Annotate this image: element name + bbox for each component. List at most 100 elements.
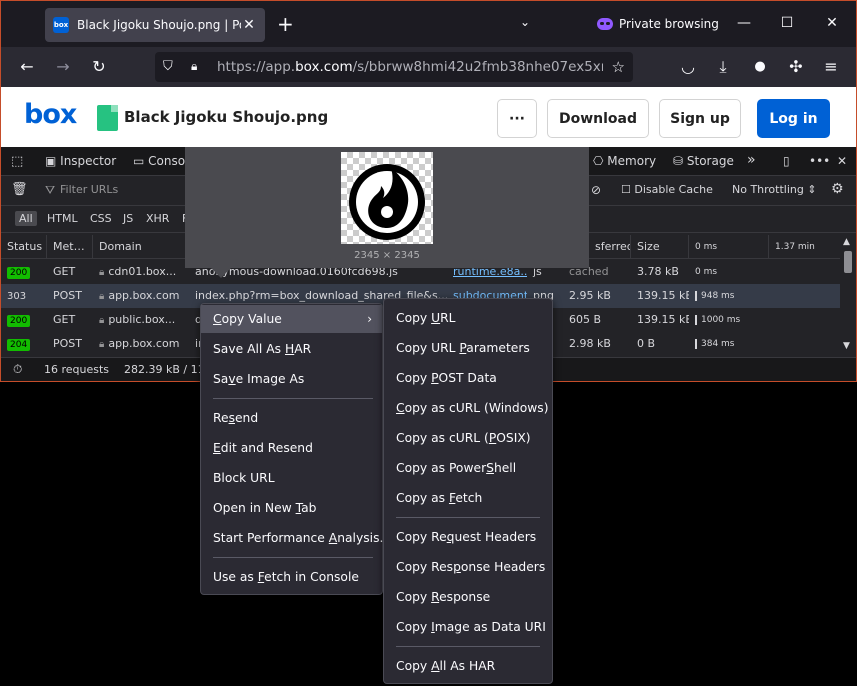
menu-item-save-all-as-har[interactable]: Save All As HAR: [201, 335, 382, 363]
url-text[interactable]: https://app.box.com/s/bbrww8hmi42u2fmb38…: [217, 59, 603, 75]
performance-timer-icon[interactable]: ⏱: [13, 362, 22, 377]
menu-item-edit-and-resend[interactable]: Edit and Resend: [201, 434, 382, 462]
status-badge: 204: [7, 339, 31, 351]
menu-item-copy-response-headers[interactable]: Copy Response Headers: [384, 553, 552, 581]
scroll-up-icon[interactable]: ▲: [843, 237, 850, 247]
close-devtools-icon[interactable]: ✕: [837, 154, 847, 168]
row-size: 139.15 kB: [637, 289, 689, 302]
url-bar[interactable]: ⛉ 🔒︎ https://app.box.com/s/bbrww8hmi42u2…: [155, 52, 633, 82]
forward-arrow-icon[interactable]: →: [52, 56, 74, 78]
responsive-design-icon[interactable]: ▯: [783, 154, 790, 168]
waterfall-bar: [695, 314, 697, 325]
bookmark-star-icon[interactable]: ☆: [612, 58, 625, 76]
row-time: 384 ms: [701, 339, 735, 349]
more-options-button[interactable]: ···: [497, 99, 537, 138]
hamburger-menu-icon[interactable]: ≡: [820, 56, 842, 78]
private-browsing-label: Private browsing: [619, 17, 719, 31]
scroll-thumb[interactable]: [844, 251, 852, 273]
disable-cache-checkbox[interactable]: ☐ Disable Cache: [621, 183, 713, 196]
maximize-icon[interactable]: ☐: [777, 13, 797, 33]
column-domain[interactable]: Domain: [93, 235, 189, 259]
extension-monster-icon[interactable]: ●: [749, 56, 771, 78]
menu-item-copy-as-curl-windows[interactable]: Copy as cURL (Windows): [384, 394, 552, 422]
submenu-chevron-right-icon: ›: [367, 312, 372, 326]
settings-gear-icon[interactable]: ⚙: [831, 181, 844, 197]
browser-tab[interactable]: box Black Jigoku Shoujo.png | Powe ✕: [45, 8, 265, 42]
menu-item-copy-as-curl-posix[interactable]: Copy as cURL (POSIX): [384, 424, 552, 452]
sign-up-button[interactable]: Sign up: [659, 99, 741, 138]
menu-item-copy-post-data[interactable]: Copy POST Data: [384, 364, 552, 392]
menu-item-use-as-fetch-in-console[interactable]: Use as Fetch in Console: [201, 563, 382, 591]
type-filter-css[interactable]: CSS: [86, 211, 116, 226]
table-scrollbar[interactable]: ▲ ▼: [840, 235, 856, 355]
padlock-icon[interactable]: 🔒︎: [191, 59, 197, 74]
column-status[interactable]: Status: [1, 235, 47, 259]
menu-item-copy-as-fetch[interactable]: Copy as Fetch: [384, 484, 552, 512]
menu-item-copy-url-parameters[interactable]: Copy URL Parameters: [384, 334, 552, 362]
extensions-puzzle-icon[interactable]: ✣: [785, 56, 807, 78]
waterfall-bar: [695, 338, 697, 349]
menu-item-block-url[interactable]: Block URL: [201, 464, 382, 492]
row-time: 0 ms: [695, 267, 718, 277]
new-tab-plus-icon[interactable]: +: [277, 13, 294, 35]
menu-separator: [396, 517, 540, 518]
menu-item-copy-request-headers[interactable]: Copy Request Headers: [384, 523, 552, 551]
devtools-menu-icon[interactable]: •••: [809, 154, 830, 168]
list-all-tabs-chevron-icon[interactable]: ⌄: [520, 15, 530, 29]
menu-item-copy-all-as-har[interactable]: Copy All As HAR: [384, 652, 552, 680]
menu-item-save-image-as[interactable]: Save Image As: [201, 365, 382, 393]
tab-inspector[interactable]: ▣ Inspector: [45, 154, 116, 168]
close-window-icon[interactable]: ✕: [822, 13, 842, 33]
status-badge: 303: [7, 291, 27, 302]
scroll-down-icon[interactable]: ▼: [843, 341, 850, 351]
block-requests-icon[interactable]: ⊘: [591, 183, 601, 197]
downloads-icon[interactable]: ⤓: [712, 56, 734, 78]
menu-item-resend[interactable]: Resend: [201, 404, 382, 432]
pocket-icon[interactable]: ◡: [677, 56, 699, 78]
row-time: 948 ms: [701, 291, 735, 301]
tab-storage[interactable]: ⛁ Storage: [673, 154, 734, 168]
column-waterfall-start: 0 ms: [689, 235, 769, 259]
filter-urls-input[interactable]: Filter URLs: [60, 183, 118, 196]
tooltip-arrow: [211, 268, 231, 278]
tab-memory[interactable]: ⎔ Memory: [593, 154, 656, 168]
row-transferred: 2.98 kB: [569, 337, 611, 350]
image-file-icon: [97, 105, 118, 131]
menu-separator: [213, 557, 373, 558]
tab-console[interactable]: ▭ Conso: [133, 154, 185, 168]
box-logo[interactable]: box: [24, 99, 77, 130]
back-arrow-icon[interactable]: ←: [16, 56, 38, 78]
minimize-icon[interactable]: —: [734, 13, 754, 33]
trash-clear-icon[interactable]: 🗑︎: [11, 182, 28, 197]
menu-item-copy-url[interactable]: Copy URL: [384, 304, 552, 332]
tracking-protection-shield-icon[interactable]: ⛉: [163, 59, 173, 74]
column-size[interactable]: Size: [631, 235, 689, 259]
type-filter-html[interactable]: HTML: [43, 211, 82, 226]
status-badge: 200: [7, 315, 31, 327]
row-domain: app.box.com: [108, 289, 180, 302]
column-method[interactable]: Met…: [47, 235, 93, 259]
lock-icon: 🔒︎: [99, 291, 105, 302]
tab-close-icon[interactable]: ✕: [241, 17, 257, 33]
request-count: 16 requests: [44, 363, 110, 376]
menu-item-copy-value[interactable]: Copy Value ›: [201, 305, 382, 333]
menu-item-open-in-new-tab[interactable]: Open in New Tab: [201, 494, 382, 522]
private-mask-icon: [597, 18, 613, 30]
type-filter-all[interactable]: All: [15, 211, 37, 226]
column-transferred[interactable]: sferred: [589, 235, 631, 259]
more-tools-chevron-icon[interactable]: »: [747, 152, 756, 168]
menu-separator: [396, 646, 540, 647]
type-filter-xhr[interactable]: XHR: [142, 211, 173, 226]
element-picker-icon[interactable]: ⬚: [11, 154, 23, 169]
menu-item-copy-response[interactable]: Copy Response: [384, 583, 552, 611]
menu-item-start-performance-analysis[interactable]: Start Performance Analysis...: [201, 524, 391, 552]
row-domain: public.box...: [108, 313, 176, 326]
reload-icon[interactable]: ↻: [88, 56, 110, 78]
row-transferred: 605 B: [569, 313, 602, 326]
menu-item-copy-image-as-data-uri[interactable]: Copy Image as Data URI: [384, 613, 552, 641]
menu-item-copy-as-powershell[interactable]: Copy as PowerShell: [384, 454, 552, 482]
type-filter-js[interactable]: JS: [119, 211, 137, 226]
log-in-button[interactable]: Log in: [757, 99, 830, 138]
throttling-select[interactable]: No Throttling ⇕: [732, 183, 817, 196]
download-button[interactable]: Download: [547, 99, 649, 138]
